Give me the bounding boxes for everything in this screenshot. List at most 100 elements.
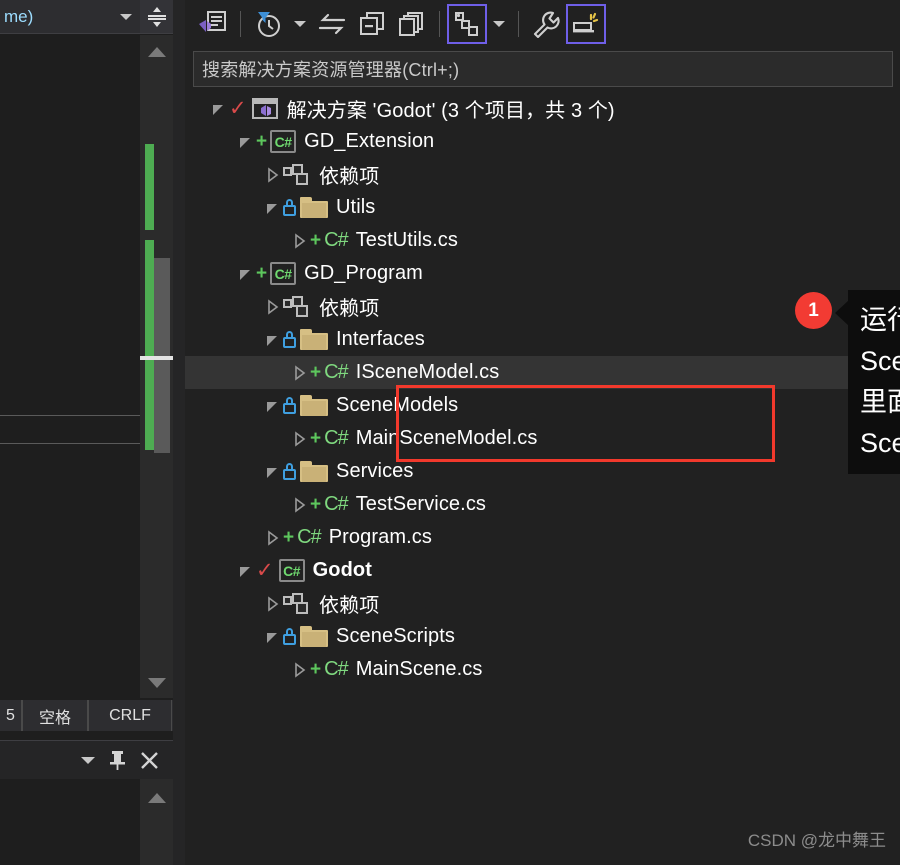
editor-member-dropdown[interactable]: me) [0, 0, 140, 34]
expander-closed-icon[interactable] [288, 224, 310, 257]
bottom-tool-window [0, 740, 173, 865]
collapse-all-button[interactable] [352, 4, 392, 44]
source-control-added-icon: + [310, 494, 322, 515]
annotation-callout: 运行逻辑放在 SceneModels 里面，命名为 SceneModel [848, 290, 900, 474]
dependencies-icon [283, 163, 311, 186]
status-line-ending[interactable]: CRLF [88, 700, 172, 731]
expander-open-icon[interactable] [234, 554, 256, 587]
tree-item-program-cs[interactable]: + C# Program.cs [185, 521, 900, 554]
expander-open-icon[interactable] [261, 389, 283, 422]
source-control-added-icon: + [310, 230, 322, 251]
tree-item-gd-extension[interactable]: + C# GD_Extension [185, 125, 900, 158]
csharp-file-icon: C# [324, 493, 349, 516]
expander-closed-icon[interactable] [288, 488, 310, 521]
tree-item-godot[interactable]: ✓ C# Godot [185, 554, 900, 587]
tree-item-solution[interactable]: ✓ 解决方案 'Godot' (3 个项目，共 3 个) [185, 92, 900, 125]
tree-item-label: Interfaces [336, 328, 425, 350]
expander-closed-icon[interactable] [261, 158, 283, 191]
tree-item-test-utils-cs[interactable]: + C# TestUtils.cs [185, 224, 900, 257]
tree-item-mainscene-cs[interactable]: + C# MainScene.cs [185, 653, 900, 686]
tree-item-services[interactable]: Services [185, 455, 900, 488]
source-control-added-icon: + [283, 527, 295, 548]
split-view-button[interactable] [140, 0, 173, 34]
view-class-diagram-icon [455, 12, 478, 36]
tree-item-label: GD_Extension [304, 130, 435, 152]
view-class-diagram-button[interactable] [447, 4, 487, 44]
watermark: CSDN @龙中舞王 [747, 831, 886, 850]
expander-open-icon[interactable] [234, 257, 256, 290]
pin-icon[interactable] [109, 750, 126, 770]
csharp-project-icon: C# [270, 130, 297, 153]
tree-item-testservice-cs[interactable]: + C# TestService.cs [185, 488, 900, 521]
tree-item-label: MainSceneModel.cs [355, 427, 538, 449]
expander-closed-icon[interactable] [261, 587, 283, 620]
properties-button[interactable] [526, 4, 566, 44]
lock-icon [283, 397, 296, 414]
csharp-file-glyph: C# [297, 526, 322, 548]
solution-tree[interactable]: ✓ 解决方案 'Godot' (3 个项目，共 3 个) + C# GD_Extensi… [185, 92, 900, 712]
csharp-file-icon: C# [324, 361, 349, 384]
editor-current-line-box [0, 415, 143, 444]
preview-selected-items-button[interactable] [566, 4, 606, 44]
expander-open-icon[interactable] [261, 620, 283, 653]
close-icon[interactable] [140, 751, 159, 770]
tree-item-label: ISceneModel.cs [355, 361, 500, 383]
pending-changes-filter-icon [258, 12, 280, 37]
tree-item-godot-dependencies[interactable]: 依赖项 [185, 587, 900, 620]
home-solution-button[interactable] [193, 4, 233, 44]
expander-closed-icon[interactable] [261, 521, 283, 554]
tree-item-label: Godot [312, 559, 372, 581]
tree-item-ext-dependencies[interactable]: 依赖项 [185, 158, 900, 191]
tree-item-scenescripts[interactable]: SceneScripts [185, 620, 900, 653]
expander-open-icon[interactable] [261, 191, 283, 224]
expander-closed-icon[interactable] [288, 422, 310, 455]
status-indentation[interactable]: 空格 [22, 700, 88, 731]
expander-open-icon[interactable] [207, 92, 229, 125]
bottom-tool-window-scrollbar[interactable] [140, 779, 173, 865]
expander-open-icon[interactable] [261, 455, 283, 488]
tree-item-gd-program[interactable]: + C# GD_Program [185, 257, 900, 290]
tree-item-prog-dependencies[interactable]: 依赖项 [185, 290, 900, 323]
editor-vertical-scrollbar[interactable] [140, 35, 173, 698]
tree-item-label: TestService.cs [355, 493, 487, 515]
home-solution-icon [199, 11, 226, 32]
tree-item-label: Services [336, 460, 414, 482]
pending-changes-filter-button[interactable] [248, 4, 288, 44]
tree-item-ext-utils[interactable]: Utils [185, 191, 900, 224]
chevron-down-icon[interactable] [81, 756, 95, 764]
expander-closed-icon[interactable] [261, 290, 283, 323]
preview-selected-items-icon [573, 12, 599, 33]
callout-line-1: SceneModels [860, 346, 900, 376]
sync-with-active-document-button[interactable] [312, 4, 352, 44]
tree-item-interfaces[interactable]: Interfaces [185, 323, 900, 356]
expander-closed-icon[interactable] [288, 653, 310, 686]
search-input[interactable]: 搜索解决方案资源管理器(Ctrl+;) [193, 51, 893, 87]
startup-project-check-icon: ✓ [256, 559, 274, 582]
scroll-up-arrow-icon[interactable] [148, 793, 166, 803]
chevron-down-icon[interactable] [294, 21, 306, 27]
expander-open-icon[interactable] [234, 125, 256, 158]
tree-item-mainscenemodel-cs[interactable]: + C# MainSceneModel.cs [185, 422, 900, 455]
show-all-files-button[interactable] [392, 4, 432, 44]
csharp-project-icon: C# [278, 559, 305, 582]
csharp-file-icon: C# [324, 427, 349, 450]
tree-item-iscenemodel-cs[interactable]: + C# ISceneModel.cs [185, 356, 900, 389]
csharp-file-glyph: C# [324, 229, 349, 251]
expander-open-icon[interactable] [261, 323, 283, 356]
editor-status-bar: 5 空格 CRLF [0, 700, 173, 731]
toolbar-separator [518, 11, 519, 37]
csharp-file-icon: C# [324, 658, 349, 681]
solution-icon [251, 97, 279, 121]
dependencies-icon [283, 592, 311, 615]
scroll-down-arrow-icon[interactable] [148, 678, 166, 688]
csharp-file-glyph: C# [324, 493, 349, 515]
tree-item-label: SceneModels [336, 394, 459, 416]
editor-text-area[interactable] [0, 35, 143, 698]
toolbar-separator [439, 11, 440, 37]
status-column: 5 [0, 700, 22, 731]
tree-item-scenemodels[interactable]: SceneModels [185, 389, 900, 422]
expander-closed-icon[interactable] [288, 356, 310, 389]
editor-member-dropdown-value: me) [4, 6, 34, 26]
scroll-up-arrow-icon[interactable] [148, 47, 166, 57]
chevron-down-icon[interactable] [493, 21, 505, 27]
